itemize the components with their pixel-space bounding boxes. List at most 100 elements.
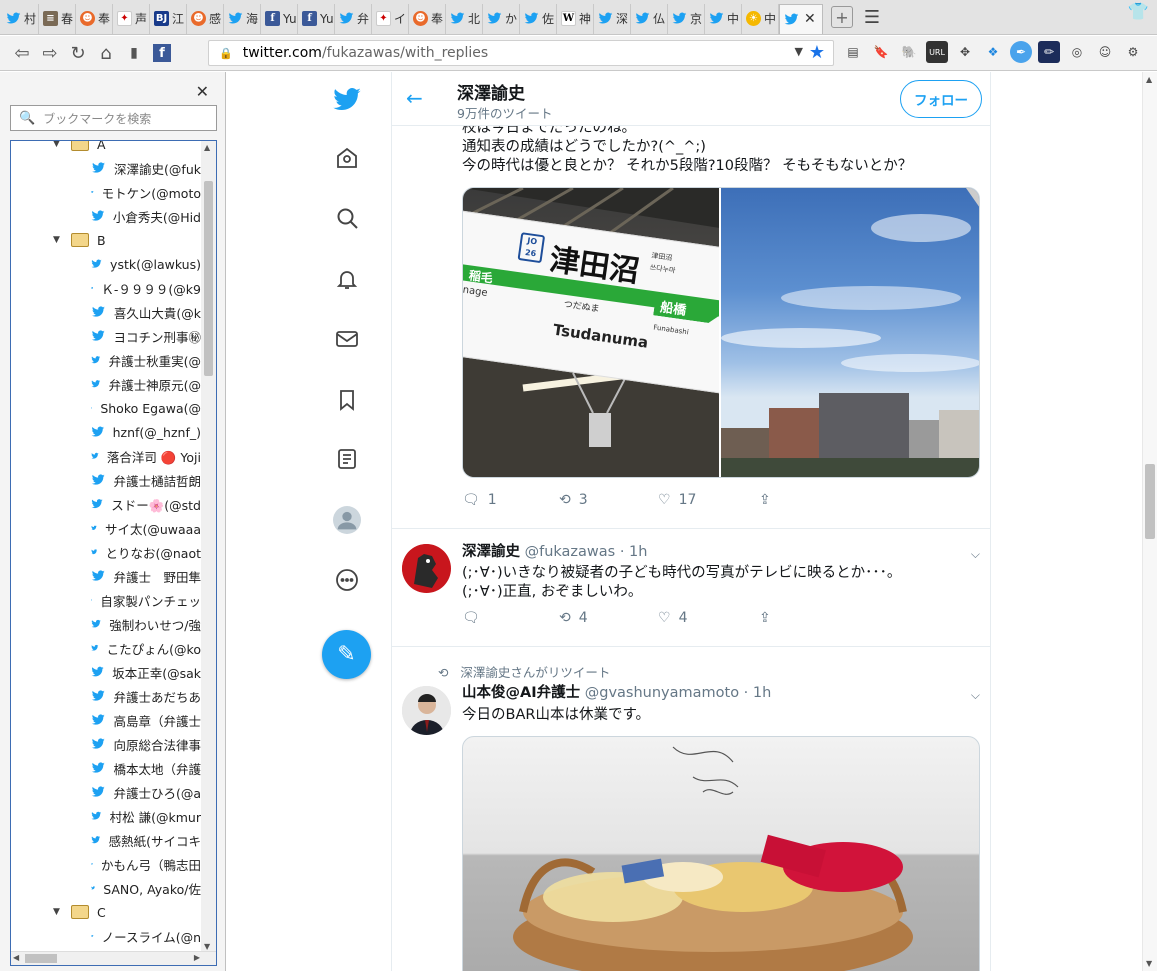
bookmark-item[interactable]: 弁護士秋重実(@ — [11, 349, 201, 371]
notifications-bell-icon[interactable] — [312, 259, 382, 299]
sky-photo[interactable] — [721, 188, 979, 477]
avatar-icon[interactable]: ☺ — [1094, 41, 1116, 63]
bookmark-item[interactable]: 感熱紙(サイコキ — [11, 829, 201, 851]
feather-icon[interactable]: ✒ — [1010, 41, 1032, 63]
tweet-time[interactable]: · 1h — [620, 544, 648, 560]
bookmark-item[interactable]: SANO, Ayako/佐 — [11, 877, 201, 899]
tab-19[interactable]: 中 — [705, 3, 742, 34]
folder-twisty-icon[interactable]: ▼ — [53, 141, 65, 149]
reply-button[interactable]: 🗨 — [462, 610, 488, 626]
tweet-time[interactable]: · 1h — [744, 685, 772, 701]
bookmark-folder[interactable]: ▼ B — [11, 229, 201, 251]
tweet-author-handle[interactable]: @fukazawas — [525, 544, 616, 560]
bookmark-item[interactable]: 小倉秀夫(@Hid — [11, 205, 201, 227]
bookmark-item[interactable]: 弁護士樋詰哲朗 — [11, 469, 201, 491]
bookmark-item[interactable]: 弁護士ひろ(@a — [11, 781, 201, 803]
scroll-down-icon[interactable]: ▼ — [204, 942, 210, 951]
reply-button[interactable]: 🗨 1 — [462, 492, 497, 508]
scroll-up-icon[interactable]: ▲ — [1146, 75, 1152, 84]
avatar[interactable] — [402, 544, 451, 593]
tab-20[interactable]: ☀ 中 — [742, 3, 779, 34]
bookmark-item[interactable]: とりなお(@naot — [11, 541, 201, 563]
bookmarks-manager-icon[interactable]: ▤ — [842, 41, 864, 63]
url-dropdown-icon[interactable]: ▼ — [795, 45, 803, 58]
bookmark-item[interactable]: hznf(@_hznf_) — [11, 421, 201, 443]
folder-twisty-icon[interactable]: ▼ — [53, 907, 65, 917]
tab-12[interactable]: 北 — [446, 3, 483, 34]
like-button[interactable]: ♡ 4 — [658, 610, 687, 626]
chevron-down-icon[interactable]: ⌵ — [971, 547, 980, 562]
tree-scroll-thumb[interactable] — [204, 181, 213, 376]
tweet-author-handle[interactable]: @gvashunyamamoto — [585, 685, 739, 701]
theme-shirt-icon[interactable]: 👕 — [1128, 2, 1149, 22]
bar-snacks-photo[interactable] — [462, 736, 980, 971]
reload-icon[interactable]: ↻ — [64, 39, 92, 67]
tab-13[interactable]: か — [483, 3, 520, 34]
home-icon[interactable]: ⌂ — [92, 39, 120, 67]
tab-9[interactable]: 弁 — [335, 3, 372, 34]
facebook-icon[interactable]: f — [148, 39, 176, 67]
bookmark-folder[interactable]: ▼ C — [11, 901, 201, 923]
address-bar[interactable]: 🔒 twitter.com/fukazawas/with_replies ▼ ★ — [208, 40, 834, 66]
lists-icon[interactable] — [312, 439, 382, 479]
tab-8[interactable]: f Yu — [298, 3, 335, 34]
tab-6[interactable]: 海 — [224, 3, 261, 34]
tweet-author-name[interactable]: 山本俊@AI弁護士 — [462, 685, 580, 701]
bookmark-item[interactable]: ノースライム(@n — [11, 925, 201, 947]
scroll-down-icon[interactable]: ▼ — [1146, 959, 1152, 968]
bookmark-item[interactable]: スドー🌸(@std — [11, 493, 201, 515]
tweet-photo-grid[interactable]: JO 26 津田沼 津田沼 쓰다누마 稲毛 つだぬま Tsudanuma nage… — [462, 187, 980, 478]
bookmarks-icon[interactable] — [312, 380, 382, 420]
retweet-button[interactable]: ⟲ 4 — [559, 610, 588, 626]
back-arrow-icon[interactable]: ⇦ — [8, 39, 36, 67]
url-icon[interactable]: URL — [926, 41, 948, 63]
tab-14[interactable]: 佐 — [520, 3, 557, 34]
tab-16[interactable]: 深 — [594, 3, 631, 34]
page-scroll-thumb[interactable] — [1145, 464, 1155, 539]
scroll-right-icon[interactable]: ▶ — [194, 953, 200, 962]
bookmark-item[interactable]: 強制わいせつ/強 — [11, 613, 201, 635]
bookmark-item[interactable]: 向原総合法律事 — [11, 733, 201, 755]
bookmark-item[interactable]: 弁護士神原元(@ — [11, 373, 201, 395]
tab-0[interactable]: 村 — [2, 3, 39, 34]
tab-1[interactable]: ≡ 春 — [39, 3, 76, 34]
extensions-icon[interactable]: ⚙ — [1122, 41, 1144, 63]
bookmark-search-input[interactable]: 🔍 ブックマークを検索 — [10, 105, 217, 131]
bookmark-item[interactable]: 深澤諭史(@fuk — [11, 157, 201, 179]
tab-list-menu-icon[interactable]: ☰ — [861, 6, 883, 28]
page-vertical-scrollbar[interactable]: ▲ ▼ — [1142, 72, 1157, 971]
star-icon[interactable]: ★ — [809, 42, 825, 63]
tab-3[interactable]: ✦ 声 — [113, 3, 150, 34]
tree-hscroll-thumb[interactable] — [25, 954, 57, 963]
tree-vertical-scrollbar[interactable]: ▲ ▼ — [201, 141, 216, 965]
tab-17[interactable]: 仏 — [631, 3, 668, 34]
messages-envelope-icon[interactable] — [312, 319, 382, 359]
avatar[interactable] — [402, 686, 451, 735]
scroll-up-icon[interactable]: ▲ — [204, 143, 210, 152]
bookmark-item[interactable]: 弁護士 野田隼 — [11, 565, 201, 587]
bookmarks-sidebar-icon[interactable]: ▮ — [120, 39, 148, 67]
bookmark-item[interactable]: モトケン(@moto — [11, 181, 201, 203]
like-button[interactable]: ♡ 17 — [658, 492, 696, 508]
bookmark-item[interactable]: 坂本正幸(@sak — [11, 661, 201, 683]
profile-avatar-icon[interactable] — [312, 500, 382, 540]
bookmark-item[interactable]: ystk(@lawkus) — [11, 253, 201, 275]
more-options-icon[interactable] — [312, 560, 382, 600]
station-sign-photo[interactable]: JO 26 津田沼 津田沼 쓰다누마 稲毛 つだぬま Tsudanuma nage… — [463, 188, 719, 477]
bookmark-item[interactable]: こたぴょん(@ko — [11, 637, 201, 659]
tab-11[interactable]: ☻ 奉 — [409, 3, 446, 34]
tab-7[interactable]: f Yu — [261, 3, 298, 34]
compose-tweet-button[interactable]: ✎ — [322, 630, 371, 679]
bookmark-item[interactable]: Shoko Egawa(@ — [11, 397, 201, 419]
gauge-icon[interactable]: ◎ — [1066, 41, 1088, 63]
new-tab-button[interactable]: + — [831, 6, 853, 28]
bookmark-item[interactable]: 高島章（弁護士 — [11, 709, 201, 731]
tab-close-button[interactable]: ✕ — [804, 11, 816, 27]
bookmark-folder[interactable]: ▼ A — [11, 141, 201, 155]
sidebar-close-button[interactable]: ✕ — [196, 82, 209, 101]
bookmark-item[interactable]: 自家製パンチェッ — [11, 589, 201, 611]
bookmark-item[interactable]: 落合洋司 🔴 Yoji — [11, 445, 201, 467]
tweet-author-name[interactable]: 深澤諭史 — [462, 544, 520, 560]
evernote-icon[interactable]: 🐘 — [898, 41, 920, 63]
bookmark-item[interactable]: かもん弓（鴨志田 — [11, 853, 201, 875]
